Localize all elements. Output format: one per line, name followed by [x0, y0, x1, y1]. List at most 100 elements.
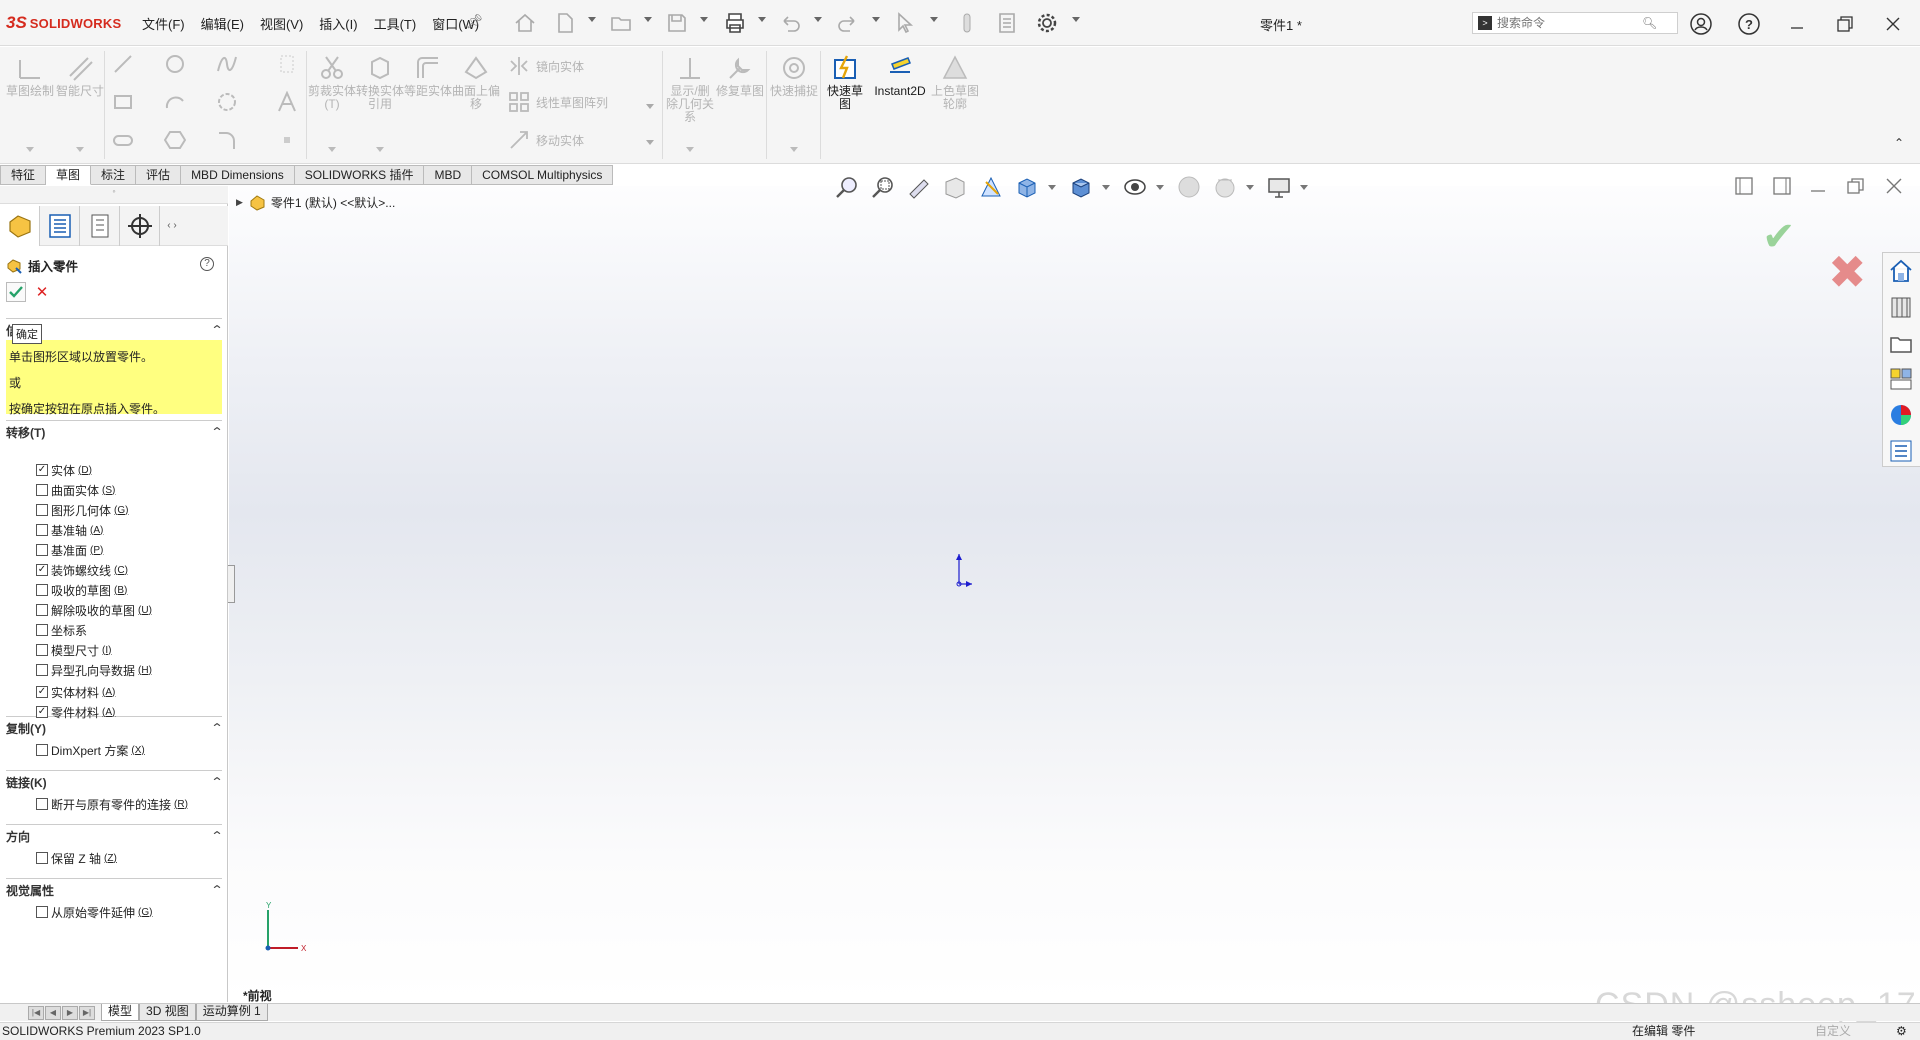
convert-dropdown-icon[interactable] [376, 147, 384, 152]
visual-properties-section-header[interactable]: 视觉属性 ⌃ [6, 880, 224, 900]
graphics-area[interactable] [229, 186, 1920, 1002]
trim-dropdown-icon[interactable] [328, 147, 336, 152]
sketch-button[interactable]: 草图绘制 [6, 53, 54, 98]
checkbox-unchecked[interactable] [36, 484, 48, 496]
checkbox-unchecked[interactable] [36, 524, 48, 536]
propagate-visual-checkbox[interactable]: 从原始零件延伸 (G) [36, 904, 152, 920]
tab-3d-views[interactable]: 3D 视图 [139, 1004, 196, 1021]
panel-splitter-handle[interactable] [228, 565, 235, 603]
collapse-chevron-icon[interactable]: ⌃ [210, 323, 223, 337]
transfer-option-checkbox[interactable]: ✓ 装饰螺纹线 (C) [36, 562, 128, 578]
fillet-tool[interactable] [216, 129, 238, 151]
undo-dropdown-icon[interactable] [814, 17, 822, 22]
offset-on-surface-button[interactable]: 曲面上偏移 [452, 53, 500, 111]
tab-motion-study[interactable]: 运动算例 1 [195, 1004, 268, 1021]
open-icon[interactable] [606, 8, 636, 38]
checkbox-unchecked[interactable] [36, 544, 48, 556]
home-icon[interactable] [510, 8, 540, 38]
collapse-chevron-icon[interactable]: ⌃ [210, 775, 223, 789]
first-tab-icon[interactable]: |◀ [28, 1005, 44, 1020]
print-dropdown-icon[interactable] [758, 17, 766, 22]
prev-tab-icon[interactable]: ◀ [45, 1005, 61, 1020]
view-settings-dropdown-icon[interactable] [1300, 184, 1308, 190]
checkbox-unchecked[interactable] [36, 852, 48, 864]
menu-view[interactable]: 视图(V) [252, 14, 311, 33]
hide-show-dropdown-icon[interactable] [1156, 184, 1164, 190]
tab-model[interactable]: 模型 [101, 1004, 140, 1021]
view-orientation-icon[interactable] [1012, 172, 1042, 202]
doc-minimize-icon[interactable] [1808, 176, 1828, 196]
rapid-sketch-button[interactable]: 快速草图 [822, 53, 868, 111]
sketch-dropdown-icon[interactable] [26, 147, 34, 152]
trim-entities-button[interactable]: 剪裁实体(T) [308, 53, 356, 111]
checkbox-unchecked[interactable] [36, 906, 48, 918]
doc-close-icon[interactable] [1884, 176, 1904, 196]
checkbox-unchecked[interactable] [36, 744, 48, 756]
transfer-option-checkbox[interactable]: 坐标系 [36, 622, 90, 638]
feature-tree-flyout[interactable]: ▶ 零件1 (默认) <<默认>... [236, 193, 395, 211]
transfer-option-checkbox[interactable]: 解除吸收的草图 (U) [36, 602, 152, 618]
search-input[interactable] [1497, 16, 1637, 30]
slot-tool[interactable] [112, 129, 134, 151]
zoom-to-area-icon[interactable] [868, 172, 898, 202]
menu-file[interactable]: 文件(F) [134, 14, 193, 33]
apply-scene-icon[interactable] [1210, 172, 1240, 202]
checkbox-checked[interactable]: ✓ [36, 564, 48, 576]
confirmation-cancel-icon[interactable]: ✖ [1828, 249, 1867, 295]
linear-pattern-button[interactable]: 线性草图阵列 [508, 91, 608, 113]
tab-features[interactable]: 特征 [0, 165, 47, 185]
redo-icon[interactable] [832, 8, 862, 38]
checkbox-checked[interactable]: ✓ [36, 686, 48, 698]
quick-snaps-button[interactable]: 快速捕捉 [770, 53, 818, 98]
menu-edit[interactable]: 编辑(E) [193, 14, 252, 33]
dimension-dropdown-icon[interactable] [76, 147, 84, 152]
instant2d-button[interactable]: Instant2D [870, 53, 930, 98]
status-tags-icon[interactable]: ⚙︎ [1896, 1023, 1907, 1040]
transfer-section-header[interactable]: 转移(T) ⌃ [6, 422, 224, 442]
search-icon[interactable]: 🔍︎ [1642, 16, 1657, 30]
keep-z-axis-checkbox[interactable]: 保留 Z 轴 (Z) [36, 850, 117, 866]
dynamic-annotation-icon[interactable] [976, 172, 1006, 202]
display-relations-button[interactable]: 显示/删除几何关系 [666, 53, 714, 124]
file-properties-icon[interactable] [992, 8, 1022, 38]
tab-mbd-dimensions[interactable]: MBD Dimensions [181, 165, 295, 185]
arc-tool[interactable] [164, 91, 186, 113]
smart-dimension-button[interactable]: 智能尺寸 [56, 53, 104, 98]
help-question-icon[interactable]: ? [200, 257, 214, 271]
view-palette-icon[interactable] [1883, 361, 1919, 397]
transfer-option-checkbox[interactable]: 曲面实体 (S) [36, 482, 115, 498]
collapse-chevron-icon[interactable]: ⌃ [210, 425, 223, 439]
polygon-tool[interactable] [216, 91, 238, 113]
appearances-scenes-icon[interactable] [1883, 397, 1919, 433]
menu-tools[interactable]: 工具(T) [366, 14, 425, 33]
file-explorer-icon[interactable] [1883, 325, 1919, 361]
transfer-option-checkbox[interactable]: 模型尺寸 (I) [36, 642, 111, 658]
help-icon[interactable]: ? [1734, 10, 1764, 38]
display-style-icon[interactable] [1066, 172, 1096, 202]
shaded-sketch-contours-button[interactable]: 上色草图轮廓 [930, 53, 980, 111]
cancel-button[interactable]: ✕ [34, 282, 50, 302]
repair-sketch-button[interactable]: 修复草图 [716, 53, 764, 98]
expand-arrow-icon[interactable]: ▶ [236, 197, 243, 208]
restore-icon[interactable] [1830, 10, 1860, 38]
new-dropdown-icon[interactable] [588, 17, 596, 22]
scene-dropdown-icon[interactable] [1246, 184, 1254, 190]
break-link-checkbox[interactable]: 断开与原有零件的连接 (R) [36, 796, 188, 812]
collapse-chevron-icon[interactable]: ⌃ [210, 829, 223, 843]
close-icon[interactable] [1878, 10, 1908, 38]
undo-icon[interactable] [776, 8, 806, 38]
viewport-split-icon[interactable] [1772, 176, 1792, 196]
status-custom-units[interactable]: 自定义 [1815, 1023, 1851, 1040]
transfer-option-checkbox[interactable]: ✓ 零件材料 (A) [36, 704, 115, 720]
options-dropdown-icon[interactable] [1072, 17, 1080, 22]
section-view-icon[interactable] [940, 172, 970, 202]
menu-insert[interactable]: 插入(I) [311, 14, 365, 33]
circle-tool[interactable] [164, 53, 186, 75]
transfer-option-checkbox[interactable]: 图形几何体 (G) [36, 502, 128, 518]
open-dropdown-icon[interactable] [644, 17, 652, 22]
sketch-origin-icon[interactable] [952, 552, 974, 591]
checkbox-unchecked[interactable] [36, 624, 48, 636]
solidworks-logo[interactable]: 3S SOLIDWORKS [6, 12, 121, 34]
move-dropdown-icon[interactable] [646, 140, 654, 145]
minimize-icon[interactable] [1782, 10, 1812, 38]
